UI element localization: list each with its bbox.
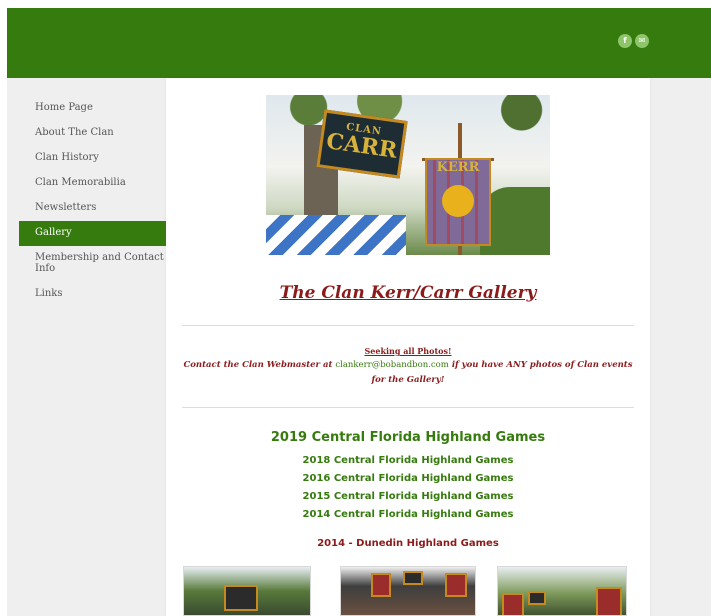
divider-top xyxy=(182,325,634,326)
gallery-link-2015[interactable]: 2015 Central Florida Highland Games xyxy=(166,488,650,506)
contact-prefix: Contact the Clan Webmaster at xyxy=(183,360,336,370)
clan-carr-banner: CLAN CARR xyxy=(316,109,408,179)
thumbnail-banner xyxy=(403,571,423,585)
gallery-link-2016[interactable]: 2016 Central Florida Highland Games xyxy=(166,470,650,488)
banner-kerr-text: KERR xyxy=(436,160,480,175)
striped-tent xyxy=(266,215,406,255)
gallery-links-list: 2018 Central Florida Highland Games 2016… xyxy=(166,452,650,524)
seeking-photos-heading: Seeking all Photos! xyxy=(364,346,452,356)
gallery-thumbnail[interactable] xyxy=(340,566,476,616)
sidebar-item-memorabilia[interactable]: Clan Memorabilia xyxy=(19,171,166,196)
contact-note: Contact the Clan Webmaster at clankerr@b… xyxy=(180,358,636,388)
thumbnail-banner xyxy=(371,573,391,597)
sidebar-item-history[interactable]: Clan History xyxy=(19,146,166,171)
sidebar-item-gallery[interactable]: Gallery xyxy=(19,221,166,246)
sidebar-item-membership[interactable]: Membership and Contact Info xyxy=(19,246,166,282)
featured-gallery-link[interactable]: 2019 Central Florida Highland Games xyxy=(166,430,650,445)
thumbnail-banner xyxy=(502,593,524,615)
sidebar-item-home[interactable]: Home Page xyxy=(19,96,166,121)
sidebar-item-newsletters[interactable]: Newsletters xyxy=(19,196,166,221)
page-title: The Clan Kerr/Carr Gallery xyxy=(279,283,537,303)
sidebar-nav: Home Page About The Clan Clan History Cl… xyxy=(19,96,166,307)
kerr-banner: KERR xyxy=(425,158,491,246)
sidebar-item-links[interactable]: Links xyxy=(19,282,166,307)
facebook-icon[interactable]: f xyxy=(618,34,632,48)
gallery-thumbnail[interactable] xyxy=(183,566,311,616)
webmaster-email-link[interactable]: clankerr@bobandbon.com xyxy=(335,360,448,370)
right-gutter xyxy=(650,78,711,616)
sun-emblem-icon xyxy=(442,185,474,217)
thumbnail-banner xyxy=(596,587,622,615)
hero-image: CLAN CARR KERR xyxy=(266,95,550,255)
section-heading: 2014 - Dunedin Highland Games xyxy=(317,538,499,549)
divider-bottom xyxy=(182,407,634,408)
thumbnail-banner xyxy=(528,591,546,605)
thumbnail-banner xyxy=(445,573,467,597)
social-links: f ✉ xyxy=(618,34,649,48)
site-header: f ✉ xyxy=(7,8,711,78)
thumbnail-banner xyxy=(224,585,258,611)
gallery-link-2018[interactable]: 2018 Central Florida Highland Games xyxy=(166,452,650,470)
email-icon[interactable]: ✉ xyxy=(635,34,649,48)
sidebar-item-about[interactable]: About The Clan xyxy=(19,121,166,146)
gallery-link-2014[interactable]: 2014 Central Florida Highland Games xyxy=(166,506,650,524)
gallery-thumbnail[interactable] xyxy=(497,566,627,616)
